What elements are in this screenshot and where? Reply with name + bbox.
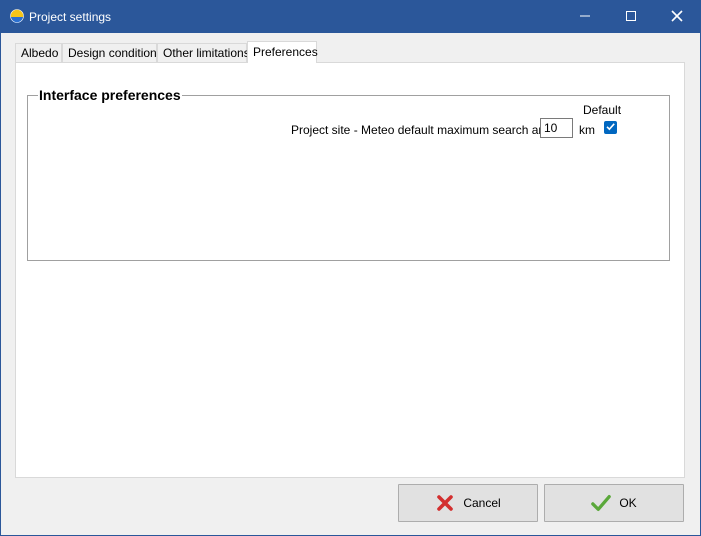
tab-other-limitations[interactable]: Other limitations <box>157 43 250 63</box>
green-check-icon <box>591 493 612 513</box>
maximize-button[interactable] <box>608 1 654 33</box>
project-settings-window: Project settings Albedo Design condition… <box>0 0 701 536</box>
meteo-search-area-input[interactable] <box>540 118 573 138</box>
sun-globe-icon <box>10 9 24 23</box>
close-icon <box>671 9 683 25</box>
red-x-icon <box>435 493 455 513</box>
tab-albedo[interactable]: Albedo <box>15 43 62 63</box>
meteo-search-label: Project site - Meteo default maximum sea… <box>291 123 556 137</box>
minimize-icon <box>580 10 590 24</box>
preferences-panel: Interface preferences Default Project si… <box>15 62 685 478</box>
cancel-button[interactable]: Cancel <box>398 484 538 522</box>
checkmark-icon <box>605 121 616 135</box>
minimize-button[interactable] <box>562 1 608 33</box>
maximize-icon <box>626 10 636 24</box>
ok-label: OK <box>619 496 637 510</box>
interface-preferences-group: Interface preferences Default Project si… <box>27 87 670 261</box>
group-title: Interface preferences <box>38 87 182 103</box>
default-checkbox[interactable] <box>604 121 617 134</box>
cancel-label: Cancel <box>463 496 501 510</box>
tab-design-conditions[interactable]: Design conditions <box>62 43 163 63</box>
ok-button[interactable]: OK <box>544 484 684 522</box>
tab-preferences[interactable]: Preferences <box>247 41 318 63</box>
meteo-search-unit: km <box>579 123 595 137</box>
window-title: Project settings <box>29 10 112 24</box>
close-button[interactable] <box>654 1 700 33</box>
title-bar[interactable]: Project settings <box>1 1 700 33</box>
default-column-header: Default <box>583 103 622 117</box>
